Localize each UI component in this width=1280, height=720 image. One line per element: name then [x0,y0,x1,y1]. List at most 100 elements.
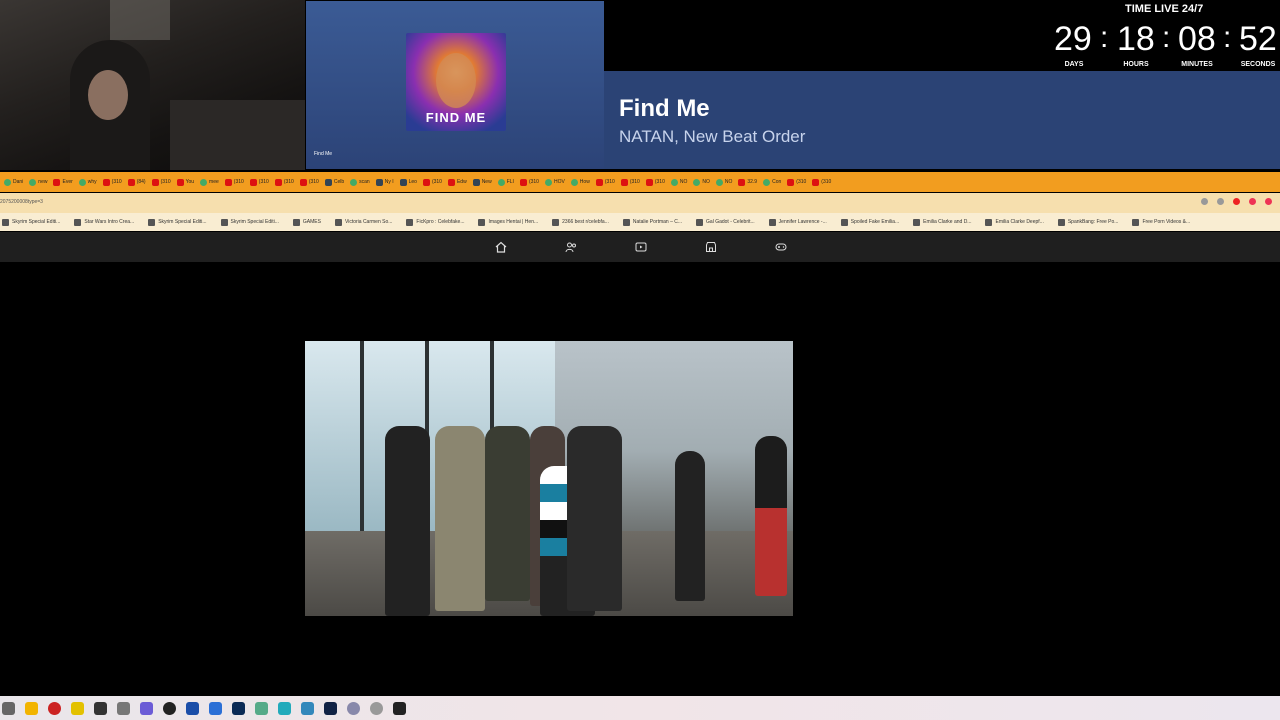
friends-icon[interactable] [564,240,578,254]
bookmark-item[interactable]: Victoria Carmen So... [334,218,392,226]
browser-tab[interactable]: scan [350,178,370,186]
opera-icon[interactable] [1233,198,1240,205]
photoshop-icon[interactable] [232,701,245,715]
browser-tab[interactable]: (310 [422,178,442,186]
browser-tab[interactable]: why [78,178,97,186]
bookmark-label: Star Wars Intro Crea... [84,219,135,225]
bookmark-item[interactable]: Skyrim Special Editi... [220,218,279,226]
browser-tab[interactable]: Ever [53,178,73,186]
browser-tab[interactable]: You [176,178,195,186]
browser-tab[interactable]: Leo [399,178,417,186]
bookmark-item[interactable]: Star Wars Intro Crea... [74,218,135,226]
tab-label: (310 [654,179,665,185]
timer-hours-label: HOURS [1123,61,1149,68]
home-icon[interactable] [494,240,508,254]
app-icon[interactable] [278,701,291,715]
browser-tab[interactable]: (310 [224,178,244,186]
bookmark-favicon-icon [840,218,848,226]
tab-favicon-icon [350,178,358,186]
bookmark-item[interactable]: Skyrim Special Editi... [148,218,207,226]
browser-tab[interactable]: NO [693,178,710,186]
bookmark-item[interactable]: Natalie Portman – C... [622,218,682,226]
file-explorer-icon[interactable] [25,701,38,715]
video-icon[interactable] [634,240,648,254]
marketplace-icon[interactable] [704,240,718,254]
bookmark-item[interactable]: GAMES [292,218,321,226]
browser-tab[interactable]: 32.9 [738,178,757,186]
browser-tab[interactable]: FLI [497,178,514,186]
tab-label: (310 [283,179,294,185]
browser-tab[interactable]: (310 [299,178,319,186]
browser-tab[interactable]: mee [200,178,219,186]
bookmark-item[interactable]: FicKpro : Celebfake... [406,218,464,226]
address-bar[interactable]: 2075200008type=3 [0,193,1280,213]
browser-tab[interactable]: (310 [812,178,831,186]
headset-icon[interactable] [186,701,199,715]
tab-label: You [185,179,195,185]
browser-tab[interactable]: new [29,178,47,186]
install-icon[interactable] [1201,198,1208,205]
gear-icon[interactable] [370,701,383,715]
opera-icon[interactable] [48,701,61,715]
bookmark-label: SpankBang: Free Po... [1067,219,1119,225]
bookmark-label: Skyrim Special Editi... [230,219,279,225]
now-playing-bar: Find Me NATAN, New Beat Order [604,71,1280,169]
bookmark-item[interactable]: Images Hentai | Hen... [478,218,538,226]
bookmark-item[interactable]: Jennifer Lawrence -... [768,218,827,226]
app-icon[interactable] [347,701,360,715]
tab-label: FLI [506,179,514,185]
settings-icon[interactable] [117,701,130,715]
browser-tab[interactable]: (310 [787,178,806,186]
tab-favicon-icon [670,178,678,186]
tab-label: Ever [62,179,73,185]
extension-icon[interactable] [1249,198,1256,205]
terminal-icon[interactable] [94,701,107,715]
browser-tab[interactable]: Dani [4,178,23,186]
group-photo[interactable] [305,341,793,616]
browser-tab[interactable]: (310 [645,178,665,186]
bookmark-item[interactable]: Free Porn Videos &... [1132,218,1190,226]
browser-tab[interactable]: (310 [249,178,269,186]
browser-tab[interactable]: (310 [102,178,122,186]
browser-tab[interactable]: Celb [324,178,345,186]
bookmark-item[interactable]: SpankBang: Free Po... [1057,218,1119,226]
bookmark-item[interactable]: Emilia Clarke Deepf... [985,218,1044,226]
album-art: FIND ME [406,33,506,131]
bookmark-item[interactable]: Skyrim Special Editi... [2,218,60,226]
star-icon[interactable] [1217,198,1224,205]
app-icon[interactable] [255,701,268,715]
browser-tab[interactable]: (310 [620,178,640,186]
app-icon[interactable] [209,701,222,715]
webcam-window [110,0,170,40]
bookmark-item[interactable]: Emilia Clarke and D... [913,218,971,226]
browser-tab[interactable]: (310 [595,178,615,186]
browser-tab[interactable]: (84) [127,178,146,186]
app-icon[interactable] [393,701,406,715]
browser-tab[interactable]: New [472,178,492,186]
browser-tab[interactable]: NO [715,178,732,186]
browser-tab[interactable]: HOV [544,178,565,186]
app-icon[interactable] [140,701,153,715]
app-icon[interactable] [301,701,314,715]
browser-tab[interactable]: NO [670,178,687,186]
bookmark-item[interactable]: Gal Gadot - Celebrit... [696,218,755,226]
start-icon[interactable] [2,701,15,715]
gaming-icon[interactable] [774,240,788,254]
tab-favicon-icon [645,178,653,186]
address-url[interactable]: 2075200008type=3 [0,199,43,205]
bookmark-item[interactable]: Spoiled Fake Emilia... [840,218,899,226]
timer-minutes: 08 [1178,20,1216,58]
browser-tab[interactable]: How [570,178,590,186]
browser-tab[interactable]: Ny I [375,178,394,186]
heart-icon[interactable] [1265,198,1272,205]
browser-tab[interactable]: Con [763,178,781,186]
obs-icon[interactable] [163,701,176,715]
app-icon[interactable] [324,701,337,715]
folder-icon[interactable] [71,701,84,715]
bookmark-item[interactable]: 2366 best r/celebfa... [552,218,609,226]
browser-tab[interactable]: (310 [274,178,294,186]
browser-tab[interactable]: (310 [151,178,171,186]
browser-tab[interactable]: Edw [447,178,467,186]
tab-label: Celb [333,179,345,185]
browser-tab[interactable]: (310 [519,178,539,186]
